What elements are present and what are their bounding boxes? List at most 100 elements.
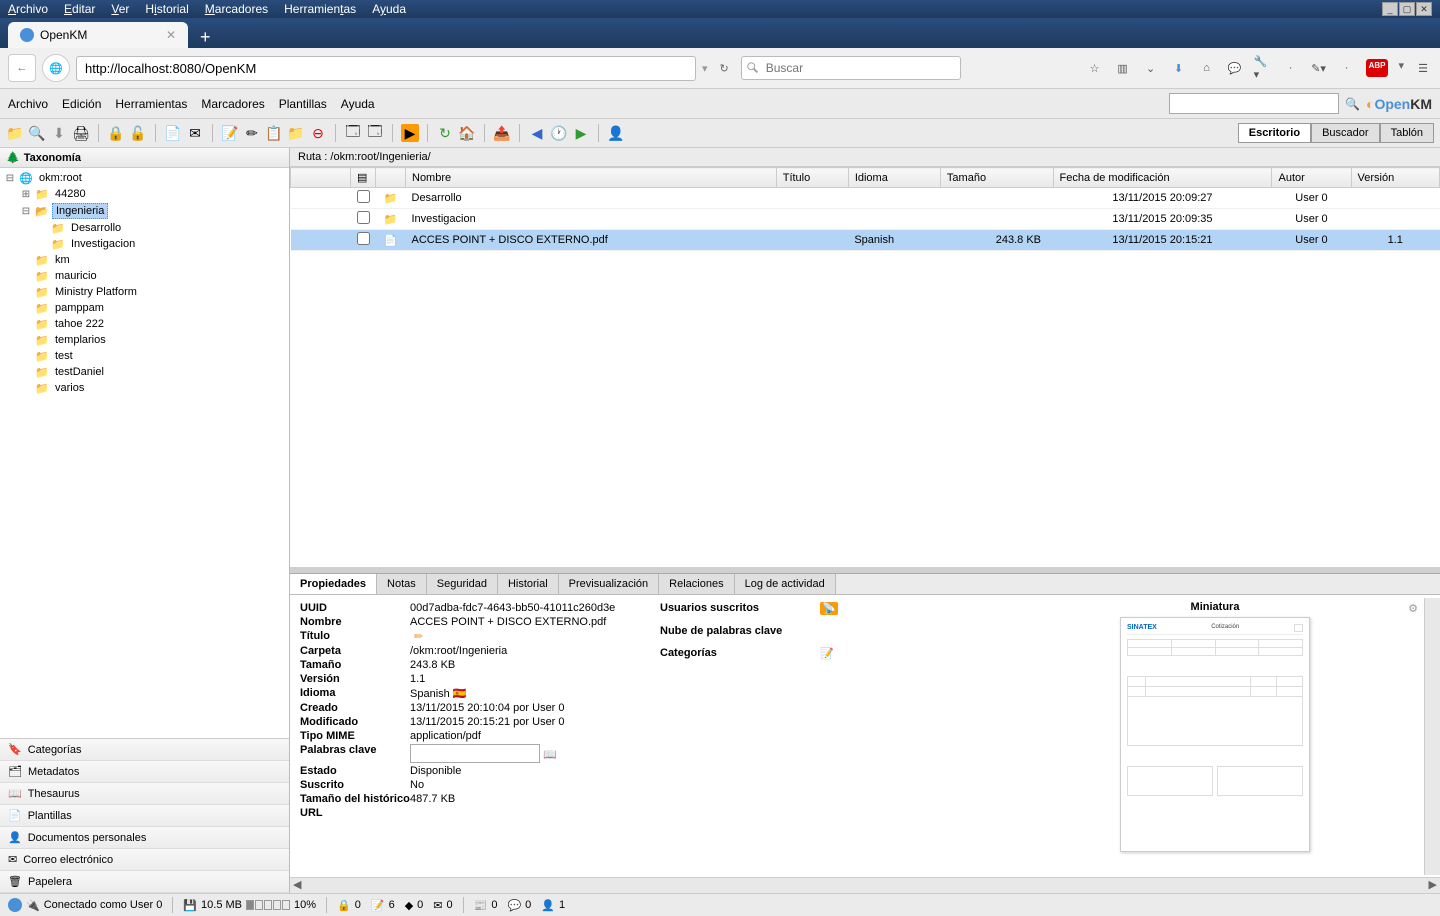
print-icon[interactable]: 🖨 [72, 124, 90, 142]
library-icon[interactable]: ▥ [1114, 59, 1132, 77]
tree-node-Investigacion[interactable]: 📁Investigacion [36, 236, 285, 252]
export-icon[interactable]: 📤 [493, 124, 511, 142]
home-globe-icon[interactable]: 🌐 [42, 54, 70, 82]
tree-node-varios[interactable]: 📁varios [20, 380, 285, 396]
tree-root[interactable]: ⊟🌐okm:root [4, 170, 285, 186]
view-tab-tablon[interactable]: Tablón [1380, 123, 1434, 143]
checkout-icon[interactable]: ✉ [186, 124, 204, 142]
row-checkbox[interactable] [357, 190, 370, 203]
col-Nombre[interactable]: Nombre [406, 168, 777, 188]
sidebar-item-Thesaurus[interactable]: 📖Thesaurus [0, 783, 289, 805]
new-folder-icon[interactable]: 📁 [6, 124, 24, 142]
app-menu-plantillas[interactable]: Plantillas [279, 97, 327, 111]
refresh-button[interactable]: ↻ [714, 62, 735, 75]
tree-node-mauricio[interactable]: 📁mauricio [20, 268, 285, 284]
add-category-icon[interactable]: 📝 [820, 647, 834, 660]
col-Autor[interactable]: Autor [1272, 168, 1351, 188]
keywords-input[interactable] [410, 744, 540, 763]
tree-node-Desarrollo[interactable]: 📁Desarrollo [36, 220, 285, 236]
app-menu-herramientas[interactable]: Herramientas [115, 97, 187, 111]
table-row[interactable]: 📁 Investigacion 13/11/2015 20:09:35 User… [291, 209, 1440, 230]
star-icon[interactable]: ☆ [1086, 59, 1104, 77]
props-tab-Historial[interactable]: Historial [498, 574, 559, 594]
remove-prop-icon[interactable]: 🗔 [366, 124, 384, 142]
browser-menu-history[interactable]: Historial [145, 2, 188, 16]
browser-menu-tools[interactable]: Herramientas [284, 2, 356, 16]
prop-icon[interactable]: 🗔 [344, 124, 362, 142]
browser-menu-file[interactable]: Archivo [8, 2, 48, 16]
sidebar-item-Documentos personales[interactable]: 👤Documentos personales [0, 827, 289, 849]
new-tab-button[interactable]: + [188, 27, 223, 48]
app-menu-marcadores[interactable]: Marcadores [201, 97, 264, 111]
refresh-icon[interactable]: ↻ [436, 124, 454, 142]
home-icon[interactable]: ⌂ [1198, 59, 1216, 77]
browser-menu-view[interactable]: Ver [111, 2, 129, 16]
view-tab-escritorio[interactable]: Escritorio [1238, 123, 1311, 143]
col-Tamaño[interactable]: Tamaño [940, 168, 1053, 188]
feed-icon[interactable]: 📡 [820, 602, 838, 615]
browser-menu-bookmarks[interactable]: Marcadores [205, 2, 268, 16]
add-doc-icon[interactable]: 📄 [164, 124, 182, 142]
sidebar-item-Categorías[interactable]: 🔖Categorías [0, 739, 289, 761]
tree-node-Ministry Platform[interactable]: 📁Ministry Platform [20, 284, 285, 300]
props-tab-Log de actividad[interactable]: Log de actividad [735, 574, 836, 594]
horizontal-scrollbar[interactable]: ◀▶ [290, 877, 1440, 893]
browser-menu-help[interactable]: Ayuda [372, 2, 406, 16]
browser-search-input[interactable] [741, 56, 961, 80]
eyedrop-icon[interactable]: ✎▾ [1310, 59, 1328, 77]
col-Versión[interactable]: Versión [1351, 168, 1440, 188]
col-Idioma[interactable]: Idioma [848, 168, 940, 188]
table-row[interactable]: 📄 ACCES POINT + DISCO EXTERNO.pdfSpanish… [291, 230, 1440, 251]
copy-icon[interactable]: 📋 [265, 124, 283, 142]
menu-icon[interactable]: ☰ [1414, 59, 1432, 77]
tree-node-tahoe 222[interactable]: 📁tahoe 222 [20, 316, 285, 332]
thesaurus-icon[interactable]: 📖 [543, 749, 557, 761]
view-tab-buscador[interactable]: Buscador [1311, 123, 1379, 143]
tree-node-test[interactable]: 📁test [20, 348, 285, 364]
sidebar-item-Plantillas[interactable]: 📄Plantillas [0, 805, 289, 827]
tab-close-icon[interactable]: ✕ [166, 28, 176, 42]
file-table[interactable]: ▤NombreTítuloIdiomaTamañoFecha de modifi… [290, 167, 1440, 251]
row-checkbox[interactable] [357, 211, 370, 224]
maximize-button[interactable]: ▢ [1399, 2, 1415, 16]
app-menu-edicion[interactable]: Edición [62, 97, 101, 111]
unlock-icon[interactable]: 🔓 [129, 124, 147, 142]
folder-tree[interactable]: ⊟🌐okm:root⊞📁44280⊟📂Ingenieria📁Desarrollo… [0, 168, 289, 738]
find-folder-icon[interactable]: 🔍 [28, 124, 46, 142]
dev-icon[interactable]: 🔧▾ [1254, 59, 1272, 77]
col-Fecha de modificación[interactable]: Fecha de modificación [1053, 168, 1272, 188]
browser-menu-edit[interactable]: Editar [64, 2, 95, 16]
abp-icon[interactable]: ABP [1366, 59, 1389, 77]
home-tree-icon[interactable]: 🏠 [458, 124, 476, 142]
workflow-icon[interactable]: ▶ [401, 124, 419, 142]
tree-node-km[interactable]: 📁km [20, 252, 285, 268]
props-tab-Relaciones[interactable]: Relaciones [659, 574, 734, 594]
tree-node-templarios[interactable]: 📁templarios [20, 332, 285, 348]
close-button[interactable]: ✕ [1416, 2, 1432, 16]
sidebar-item-Metadatos[interactable]: 🗂Metadatos [0, 761, 289, 783]
browser-tab[interactable]: OpenKM ✕ [8, 22, 188, 48]
tree-node-Ingenieria[interactable]: ⊟📂Ingenieria [20, 202, 285, 220]
tree-node-pamppam[interactable]: 📁pamppam [20, 300, 285, 316]
app-menu-ayuda[interactable]: Ayuda [341, 97, 375, 111]
delete-icon[interactable]: ⊖ [309, 124, 327, 142]
row-checkbox[interactable] [357, 232, 370, 245]
download-doc-icon[interactable]: ⬇ [50, 124, 68, 142]
thumbnail-preview[interactable]: SINATEX Cotización [1120, 617, 1310, 852]
url-input[interactable] [76, 56, 696, 81]
tree-node-testDaniel[interactable]: 📁testDaniel [20, 364, 285, 380]
col-Título[interactable]: Título [776, 168, 848, 188]
app-menu-archivo[interactable]: Archivo [8, 97, 48, 111]
props-tab-Seguridad[interactable]: Seguridad [427, 574, 498, 594]
checkin-icon[interactable]: 📝 [221, 124, 239, 142]
lock-icon[interactable]: 🔒 [107, 124, 125, 142]
edit-title-icon[interactable]: ✏ [414, 631, 423, 643]
back-button[interactable]: ← [8, 54, 36, 82]
props-tab-Notas[interactable]: Notas [377, 574, 427, 594]
search-icon[interactable]: 🔍 [1345, 97, 1360, 111]
arrow-left-icon[interactable]: ◀ [528, 124, 546, 142]
download-icon[interactable]: ⬇ [1170, 59, 1188, 77]
arrow-right-icon[interactable]: ▶ [572, 124, 590, 142]
table-row[interactable]: 📁 Desarrollo 13/11/2015 20:09:27 User 0 [291, 188, 1440, 209]
props-tab-Propiedades[interactable]: Propiedades [290, 574, 377, 594]
